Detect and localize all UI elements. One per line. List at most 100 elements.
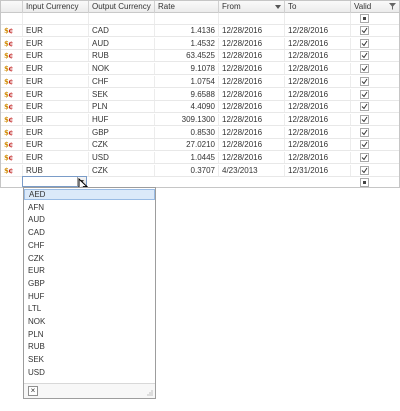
filter-icon[interactable] [389,3,396,10]
to-date-cell[interactable]: 12/28/2016 [285,88,351,100]
valid-checkbox[interactable] [360,114,369,124]
table-row[interactable]: $¢ RUB CZK 0.3707 4/23/2013 12/31/2016 [1,164,399,177]
valid-checkbox[interactable] [360,64,369,74]
to-date-cell[interactable]: 12/28/2016 [285,63,351,75]
currency-option[interactable]: USD [24,367,155,378]
output-currency-cell[interactable]: GBP [89,126,155,138]
to-date-cell[interactable]: 12/28/2016 [285,139,351,151]
rate-cell[interactable]: 9.1078 [155,63,219,75]
output-currency-cell[interactable]: SEK [89,88,155,100]
input-currency-cell[interactable]: EUR [23,113,89,125]
header-output-currency[interactable]: Output Currency [89,1,155,13]
from-date-cell[interactable]: 12/28/2016 [219,63,285,75]
output-currency-cell[interactable]: CAD [89,25,155,36]
to-date-cell[interactable]: 12/28/2016 [285,113,351,125]
input-currency-cell[interactable]: EUR [23,50,89,62]
from-date-cell[interactable]: 12/28/2016 [219,126,285,138]
input-currency-cell[interactable]: EUR [23,152,89,163]
currency-option[interactable]: GBP [24,278,155,289]
input-currency-cell[interactable]: EUR [23,126,89,138]
rate-cell[interactable]: 1.0754 [155,75,219,87]
table-row[interactable]: $¢ EUR CHF 1.0754 12/28/2016 12/28/2016 [1,75,399,88]
output-currency-cell[interactable]: CHF [89,75,155,87]
table-row[interactable]: $¢ EUR RUB 63.4525 12/28/2016 12/28/2016 [1,50,399,63]
valid-checkbox[interactable] [360,140,369,150]
table-row[interactable]: $¢ EUR PLN 4.4090 12/28/2016 12/28/2016 [1,101,399,114]
input-currency-cell[interactable]: EUR [23,37,89,49]
table-row[interactable]: $¢ EUR CAD 1.4136 12/28/2016 12/28/2016 [1,25,399,37]
table-row[interactable]: $¢ EUR SEK 9.6588 12/28/2016 12/28/2016 [1,88,399,101]
table-row[interactable]: $¢ EUR HUF 309.1300 12/28/2016 12/28/2016 [1,113,399,126]
rate-cell[interactable]: 1.0445 [155,152,219,163]
output-currency-cell[interactable]: AUD [89,37,155,49]
rate-cell[interactable]: 1.4136 [155,25,219,36]
input-currency-cell[interactable]: EUR [23,88,89,100]
output-currency-cell[interactable]: PLN [89,101,155,113]
currency-option[interactable]: RUB [24,341,155,352]
currency-option[interactable]: PLN [24,329,155,340]
output-currency-cell[interactable]: NOK [89,63,155,75]
table-row[interactable]: $¢ EUR NOK 9.1078 12/28/2016 12/28/2016 [1,63,399,76]
valid-checkbox[interactable] [360,165,369,175]
header-input-currency[interactable]: Input Currency [23,1,89,13]
table-row[interactable]: $¢ EUR GBP 0.8530 12/28/2016 12/28/2016 [1,126,399,139]
currency-option[interactable]: CAD [24,227,155,238]
from-date-cell[interactable]: 12/28/2016 [219,113,285,125]
rate-cell[interactable]: 9.6588 [155,88,219,100]
from-date-cell[interactable]: 12/28/2016 [219,88,285,100]
header-valid[interactable]: Valid [351,1,399,13]
rate-cell[interactable]: 4.4090 [155,101,219,113]
table-row[interactable]: $¢ EUR USD 1.0445 12/28/2016 12/28/2016 [1,152,399,164]
to-date-cell[interactable]: 12/28/2016 [285,152,351,163]
to-date-cell[interactable]: 12/28/2016 [285,25,351,36]
currency-option[interactable]: AUD [24,214,155,225]
rate-cell[interactable]: 27.0210 [155,139,219,151]
valid-checkbox[interactable] [360,38,369,48]
valid-checkbox[interactable] [360,76,369,86]
currency-option[interactable]: LTL [24,303,155,314]
table-row[interactable]: $¢ EUR CZK 27.0210 12/28/2016 12/28/2016 [1,139,399,152]
output-currency-cell[interactable]: HUF [89,113,155,125]
valid-checkbox[interactable] [360,26,369,35]
valid-checkbox[interactable] [360,51,369,61]
currency-option[interactable]: NOK [24,316,155,327]
rate-cell[interactable]: 0.3707 [155,164,219,176]
input-currency-cell[interactable]: EUR [23,139,89,151]
output-currency-cell[interactable]: CZK [89,139,155,151]
input-currency-cell[interactable]: EUR [23,25,89,36]
input-currency-cell[interactable]: EUR [23,101,89,113]
resize-grip-icon[interactable] [147,390,153,396]
rate-cell[interactable]: 0.8530 [155,126,219,138]
new-row-checkbox-indeterminate[interactable] [360,178,369,187]
input-currency-cell[interactable]: RUB [23,164,89,176]
to-date-cell[interactable]: 12/28/2016 [285,50,351,62]
valid-checkbox[interactable] [360,153,369,162]
from-date-cell[interactable]: 12/28/2016 [219,152,285,163]
currency-option[interactable]: CZK [24,253,155,264]
from-date-cell[interactable]: 12/28/2016 [219,101,285,113]
from-date-cell[interactable]: 4/23/2013 [219,164,285,176]
currency-option[interactable]: AFN [24,202,155,213]
rate-cell[interactable]: 1.4532 [155,37,219,49]
output-currency-cell[interactable]: CZK [89,164,155,176]
from-date-cell[interactable]: 12/28/2016 [219,37,285,49]
to-date-cell[interactable]: 12/28/2016 [285,101,351,113]
header-rate[interactable]: Rate [155,1,219,13]
rate-cell[interactable]: 309.1300 [155,113,219,125]
currency-option[interactable]: AED [24,189,155,200]
to-date-cell[interactable]: 12/28/2016 [285,37,351,49]
to-date-cell[interactable]: 12/31/2016 [285,164,351,176]
from-date-cell[interactable]: 12/28/2016 [219,25,285,36]
from-date-cell[interactable]: 12/28/2016 [219,75,285,87]
to-date-cell[interactable]: 12/28/2016 [285,75,351,87]
from-date-cell[interactable]: 12/28/2016 [219,139,285,151]
currency-option[interactable]: SEK [24,354,155,365]
from-date-cell[interactable]: 12/28/2016 [219,50,285,62]
rate-cell[interactable]: 63.4525 [155,50,219,62]
input-currency-cell[interactable]: EUR [23,63,89,75]
table-row[interactable]: $¢ EUR AUD 1.4532 12/28/2016 12/28/2016 [1,37,399,50]
valid-checkbox[interactable] [360,89,369,99]
currency-option[interactable]: EUR [24,265,155,276]
filter-checkbox-indeterminate[interactable] [360,14,369,23]
currency-option[interactable]: HUF [24,291,155,302]
